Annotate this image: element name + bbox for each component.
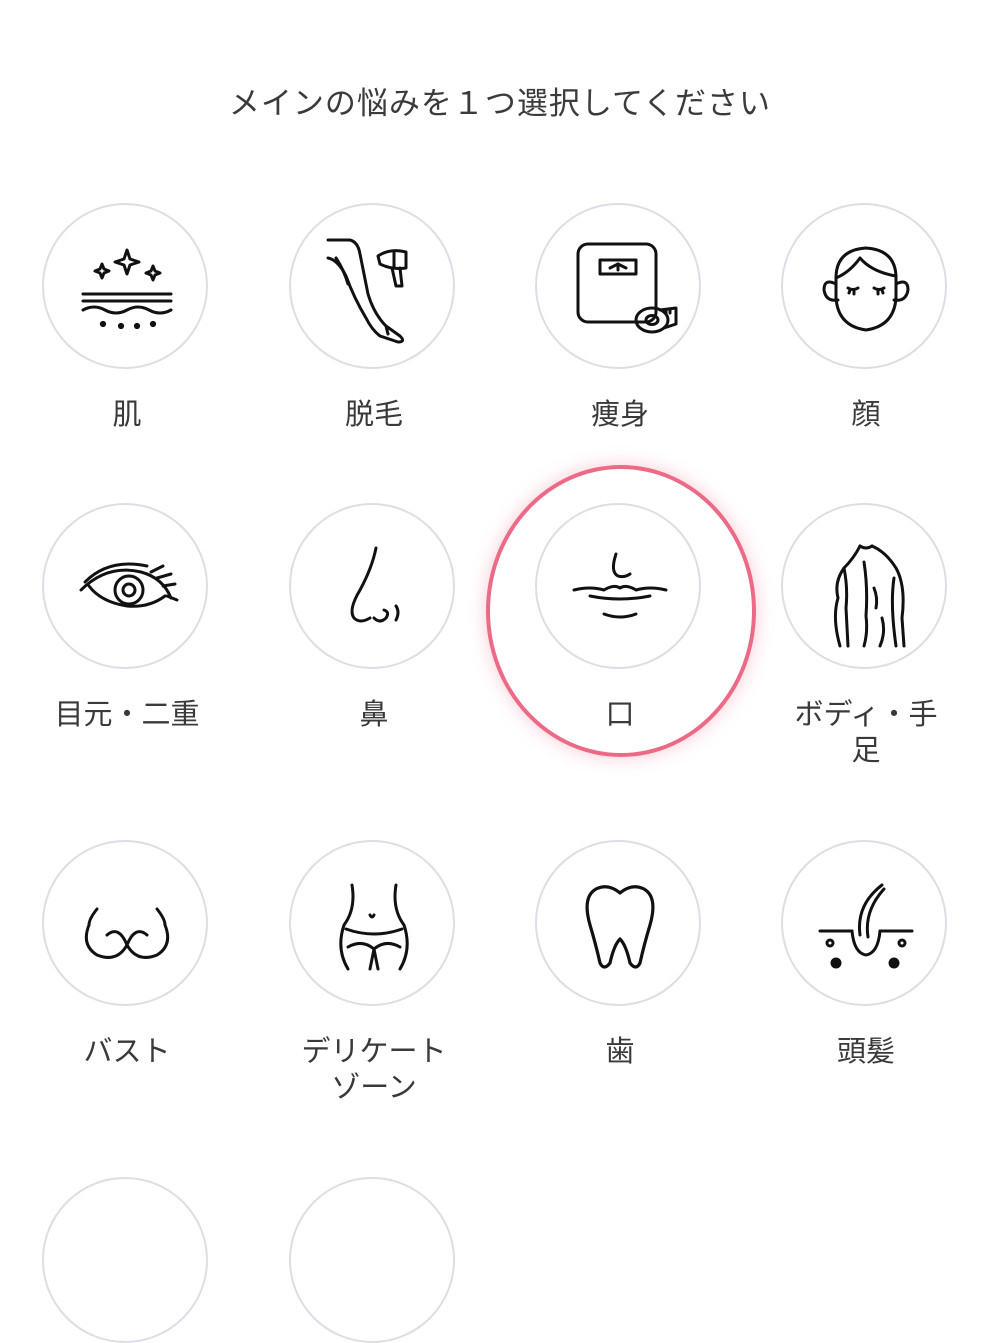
scale-tape-measure-icon bbox=[576, 242, 678, 334]
concern-label: 顔 bbox=[851, 397, 881, 431]
waist-icon bbox=[339, 883, 409, 971]
concern-label: 肌 bbox=[112, 397, 142, 431]
concern-slimming-circle[interactable] bbox=[535, 203, 701, 369]
hair-follicle-icon bbox=[818, 883, 914, 969]
concern-item-partial-circle[interactable] bbox=[42, 1177, 208, 1343]
leg-hair-removal-icon bbox=[326, 238, 408, 344]
concern-eyes-circle[interactable] bbox=[42, 503, 208, 669]
concern-scalp-hair-circle[interactable] bbox=[781, 840, 947, 1006]
concern-label: 鼻 bbox=[359, 697, 389, 731]
concern-label-line: ゾーン bbox=[331, 1070, 417, 1104]
sparkle-skin-icon bbox=[81, 248, 173, 330]
concern-label: 口 bbox=[605, 697, 635, 731]
body-back-icon bbox=[833, 544, 906, 648]
face-icon bbox=[822, 246, 910, 332]
concern-label: 痩身 bbox=[590, 397, 649, 431]
concern-face-circle[interactable] bbox=[781, 203, 947, 369]
concern-label: 目元・二重 bbox=[54, 697, 200, 731]
concern-hair-removal-circle[interactable] bbox=[289, 203, 455, 369]
concern-label: ボディ・手 足 bbox=[766, 696, 966, 768]
tooth-icon bbox=[585, 885, 655, 969]
concern-item-partial-circle[interactable] bbox=[289, 1177, 455, 1343]
concern-teeth-circle[interactable] bbox=[535, 840, 701, 1006]
concern-body-circle[interactable] bbox=[781, 503, 947, 669]
bust-icon bbox=[84, 907, 170, 959]
eye-icon bbox=[79, 562, 179, 608]
concern-label-line: ボディ・手 bbox=[794, 697, 938, 731]
concern-mouth-circle[interactable] bbox=[535, 503, 701, 669]
concern-label: 頭髪 bbox=[836, 1034, 895, 1068]
concern-label-line: デリケート bbox=[301, 1034, 447, 1068]
concern-label: デリケート ゾーン bbox=[274, 1033, 474, 1105]
concern-nose-circle[interactable] bbox=[289, 503, 455, 669]
concern-label: 歯 bbox=[605, 1034, 635, 1068]
concern-grid: 肌 脱毛 痩身 顔 目元・二重 鼻 口 ボディ・手 足 バスト デリケート ゾー… bbox=[0, 0, 1000, 1343]
concern-label-line: 足 bbox=[851, 733, 881, 767]
concern-label: 脱毛 bbox=[344, 397, 403, 431]
nose-icon bbox=[350, 546, 400, 623]
mouth-icon bbox=[572, 552, 668, 619]
concern-label: バスト bbox=[83, 1034, 171, 1068]
concern-bust-circle[interactable] bbox=[42, 840, 208, 1006]
concern-skin-circle[interactable] bbox=[42, 203, 208, 369]
concern-delicate-zone-circle[interactable] bbox=[289, 840, 455, 1006]
